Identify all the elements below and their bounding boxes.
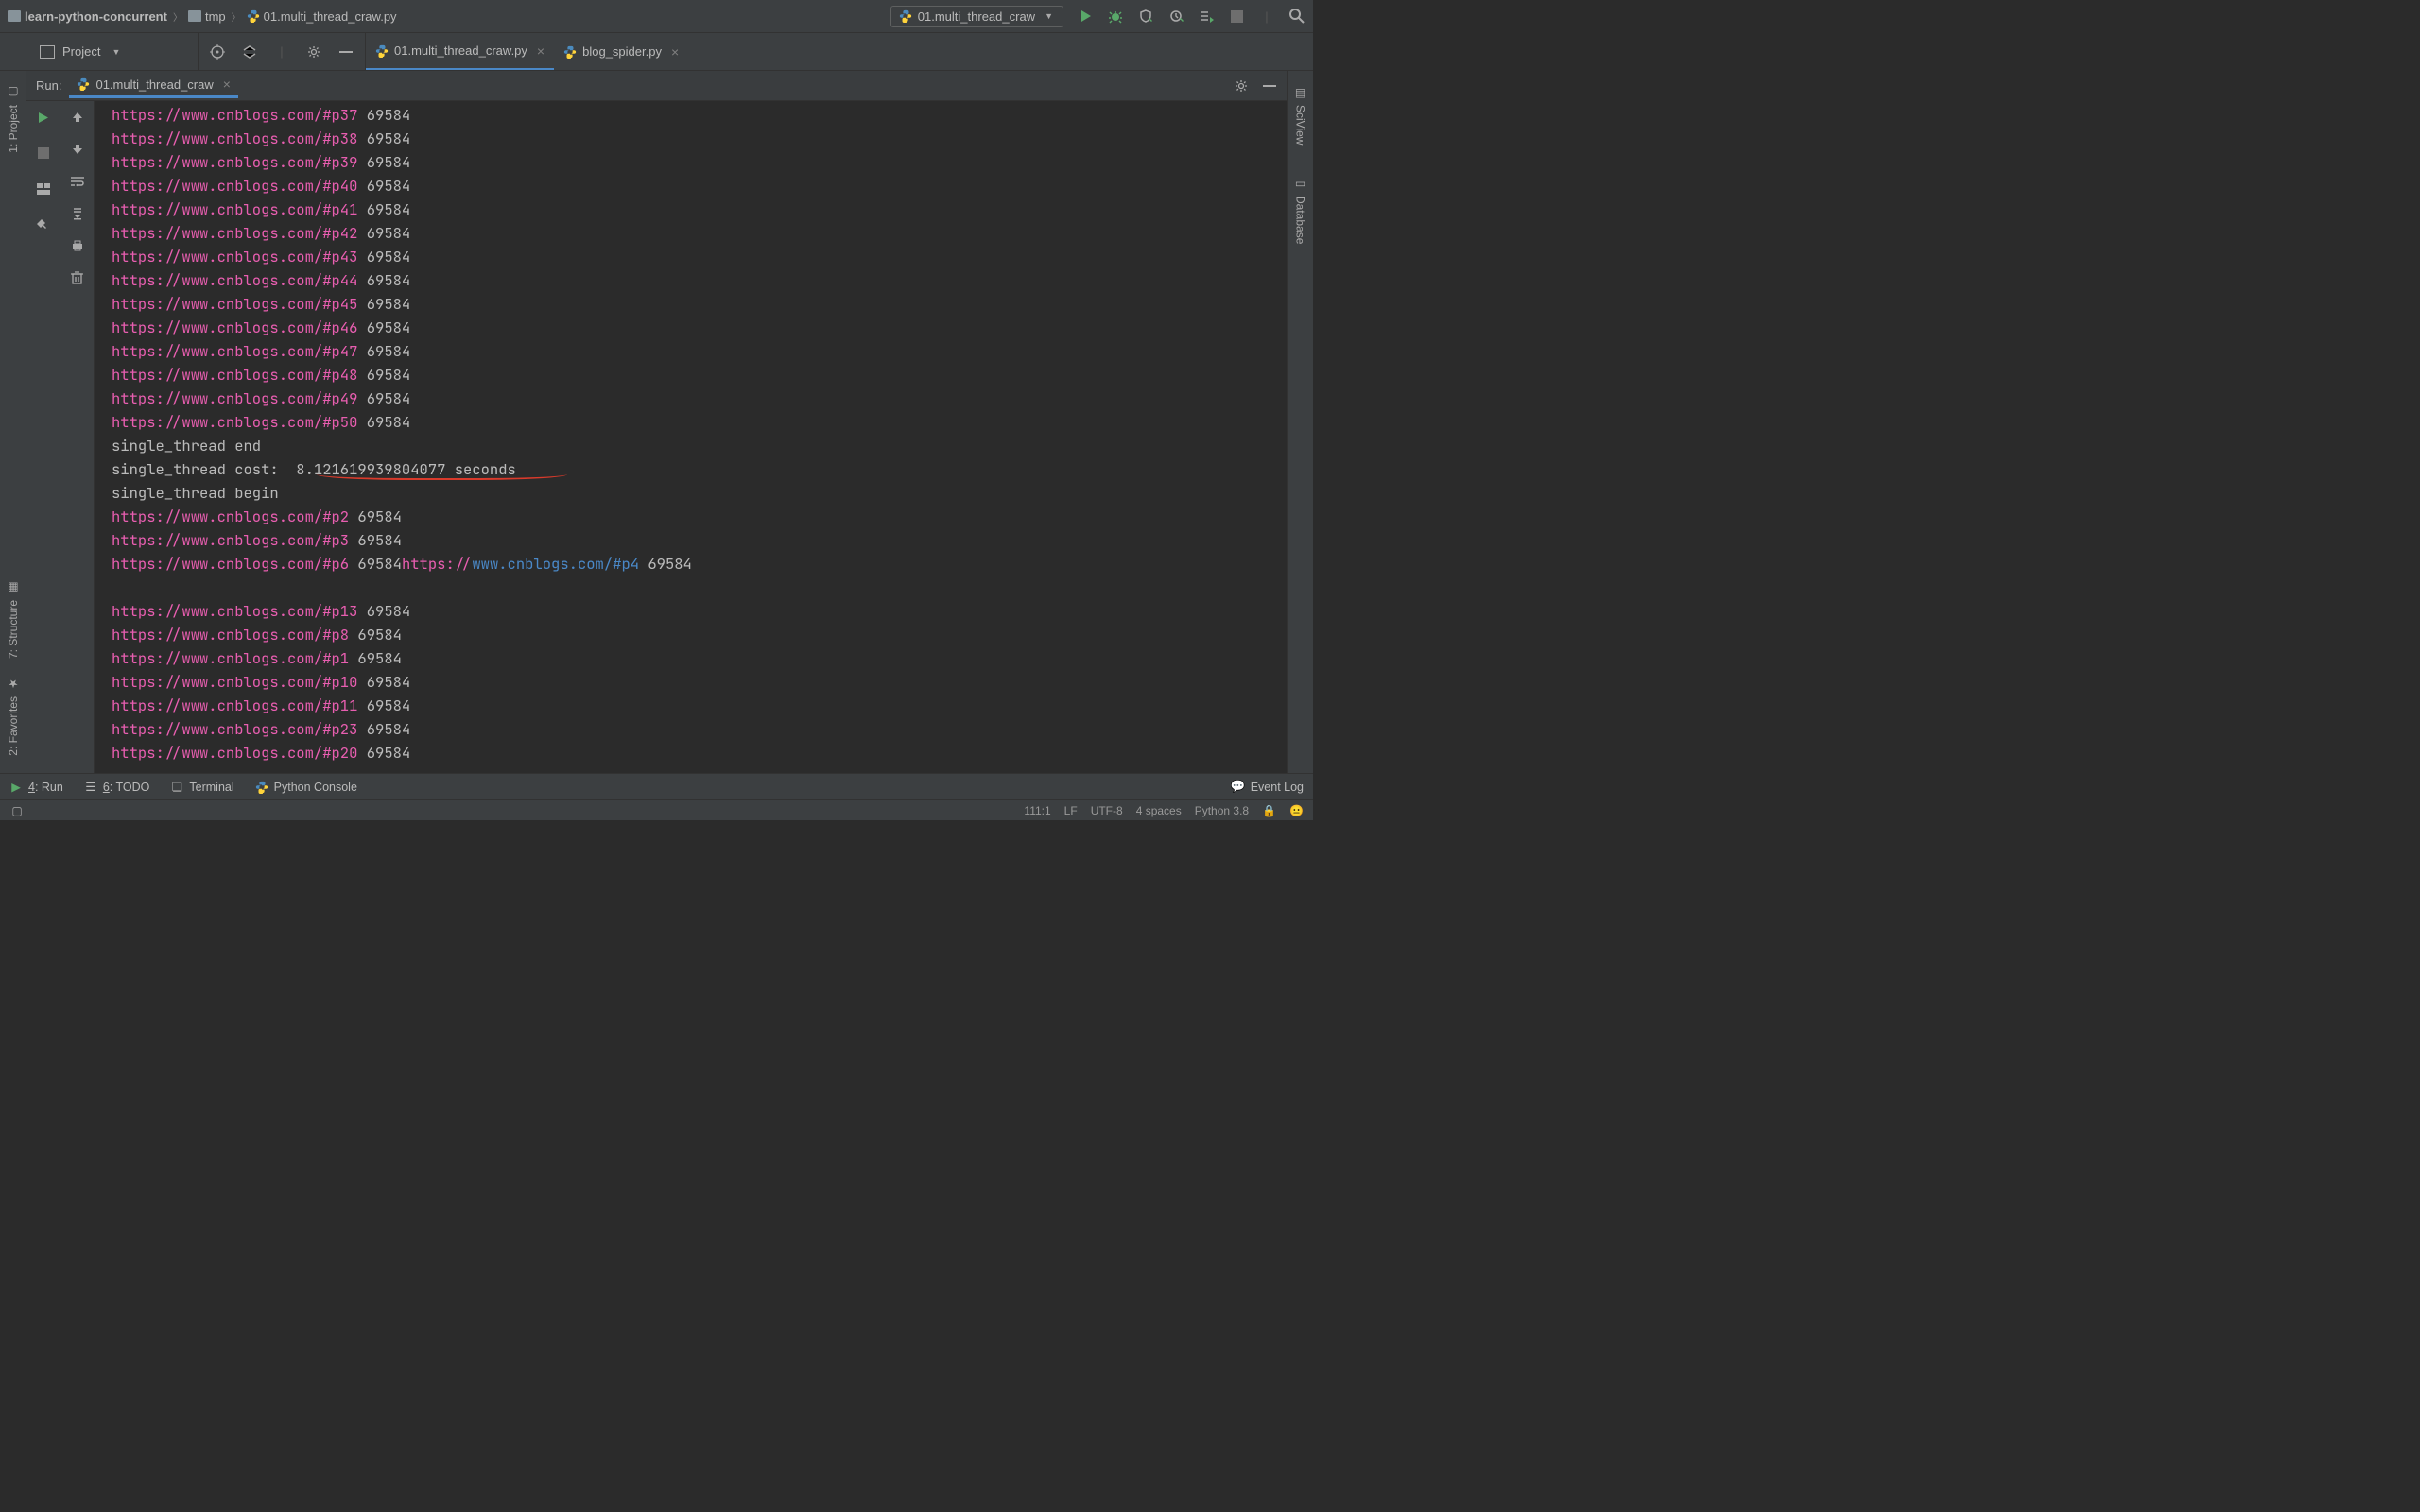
folder-icon [188,10,201,22]
python-icon [255,781,268,794]
close-icon[interactable]: × [671,44,679,60]
gear-icon[interactable] [1234,78,1249,94]
python-file-icon [77,77,90,91]
bottom-tab-event-log[interactable]: 💬 Event Log [1232,781,1304,794]
sidebar-tab-project[interactable]: 1: Project ▢ [7,86,20,153]
coverage-button[interactable] [1137,8,1154,25]
breadcrumb-project[interactable]: learn-python-concurrent [8,9,167,24]
play-icon: ▶ [9,781,23,794]
line-ending[interactable]: LF [1064,804,1078,817]
pin-icon[interactable] [35,216,52,233]
chevron-right-icon: 〉 [232,9,241,24]
indent[interactable]: 4 spaces [1136,804,1182,817]
up-icon[interactable] [69,109,86,126]
breadcrumb-file-label: 01.multi_thread_craw.py [264,9,397,24]
rerun-button[interactable] [35,109,52,126]
folder-icon: ▢ [7,86,20,99]
sidebar-tab-label: 2: Favorites [7,696,20,756]
concurrent-button[interactable] [1198,8,1215,25]
bottom-tab-label: Python Console [274,781,357,794]
caret-position[interactable]: 111:1 [1024,804,1050,817]
bottom-tab-python-console[interactable]: Python Console [255,781,357,794]
todo-icon: ☰ [84,781,97,794]
project-icon [40,45,55,59]
divider: | [1258,8,1275,25]
stop-button[interactable] [35,145,52,162]
layout-icon[interactable] [35,180,52,198]
sidebar-tab-favorites[interactable]: 2: Favorites ★ [7,678,20,756]
sidebar-tab-database[interactable]: ▭ Database [1294,177,1307,244]
chevron-down-icon: ▼ [1045,11,1053,21]
minimize-icon[interactable] [1262,78,1277,94]
run-tab-label: 01.multi_thread_craw [95,77,213,92]
lock-icon[interactable]: 🔒 [1262,804,1276,817]
database-icon: ▭ [1294,177,1307,190]
breadcrumb: learn-python-concurrent 〉 tmp 〉 01.multi… [8,9,890,24]
run-config-selector[interactable]: 01.multi_thread_craw ▼ [890,6,1063,27]
interpreter[interactable]: Python 3.8 [1195,804,1249,817]
chevron-right-icon: 〉 [173,9,182,24]
sidebar-tab-label: Database [1294,196,1307,244]
down-icon[interactable] [69,141,86,158]
sidebar-tab-label: 1: Project [7,105,20,153]
chevron-down-icon: ▼ [112,47,120,57]
bottom-tab-label: 4: Run [28,781,63,794]
editor-tab-label: 01.multi_thread_craw.py [394,43,527,58]
soft-wrap-icon[interactable] [69,173,86,190]
bottom-tab-label: Terminal [189,781,233,794]
inspector-icon[interactable]: 😐 [1289,804,1304,817]
gear-icon[interactable] [306,44,321,60]
breadcrumb-project-label: learn-python-concurrent [25,9,167,24]
search-button[interactable] [1288,8,1305,25]
breadcrumb-folder-label: tmp [205,9,226,24]
divider: | [274,44,289,60]
sidebar-tab-structure[interactable]: 7: Structure ▦ [7,581,20,659]
profile-button[interactable] [1167,8,1184,25]
editor-tab-label: blog_spider.py [582,44,662,59]
run-tab[interactable]: 01.multi_thread_craw × [69,73,237,98]
project-tool-dropdown[interactable]: Project ▼ [0,33,199,70]
editor-tab-blog-spider[interactable]: blog_spider.py × [554,33,688,70]
run-config-label: 01.multi_thread_craw [918,9,1035,24]
project-label: Project [62,44,100,59]
close-icon[interactable]: × [223,77,231,92]
scroll-to-end-icon[interactable] [69,205,86,222]
editor-tab-multi-thread[interactable]: 01.multi_thread_craw.py × [366,33,554,70]
bottom-tab-label: Event Log [1251,781,1304,794]
expand-icon[interactable] [242,44,257,60]
sciview-icon: ▤ [1294,86,1307,99]
event-log-icon: 💬 [1232,781,1245,794]
star-icon: ★ [7,678,20,691]
terminal-icon: ❏ [170,781,183,794]
bottom-tab-terminal[interactable]: ❏ Terminal [170,781,233,794]
encoding[interactable]: UTF-8 [1091,804,1123,817]
folder-icon [8,10,21,22]
python-file-icon [247,9,260,23]
run-button[interactable] [1077,8,1094,25]
bottom-tab-todo[interactable]: ☰ 6: TODO [84,781,150,794]
breadcrumb-file[interactable]: 01.multi_thread_craw.py [247,9,397,24]
minimize-icon[interactable] [338,44,354,60]
structure-icon: ▦ [7,581,20,594]
breadcrumb-folder[interactable]: tmp [188,9,226,24]
tool-windows-icon[interactable]: ▢ [9,803,25,818]
run-panel-label: Run: [36,78,61,93]
close-icon[interactable]: × [537,43,544,59]
python-file-icon [899,9,912,23]
python-file-icon [563,45,577,59]
target-icon[interactable] [210,44,225,60]
stop-button[interactable] [1228,8,1245,25]
sidebar-tab-label: SciView [1294,105,1307,145]
console-output[interactable]: https://www.cnblogs.com/#p37 69584 https… [95,101,1287,773]
trash-icon[interactable] [69,269,86,286]
sidebar-tab-label: 7: Structure [7,600,20,659]
python-file-icon [375,44,389,58]
bottom-tab-label: 6: TODO [103,781,150,794]
debug-button[interactable] [1107,8,1124,25]
print-icon[interactable] [69,237,86,254]
bottom-tab-run[interactable]: ▶ 4: Run [9,781,63,794]
sidebar-tab-sciview[interactable]: ▤ SciView [1294,86,1307,145]
